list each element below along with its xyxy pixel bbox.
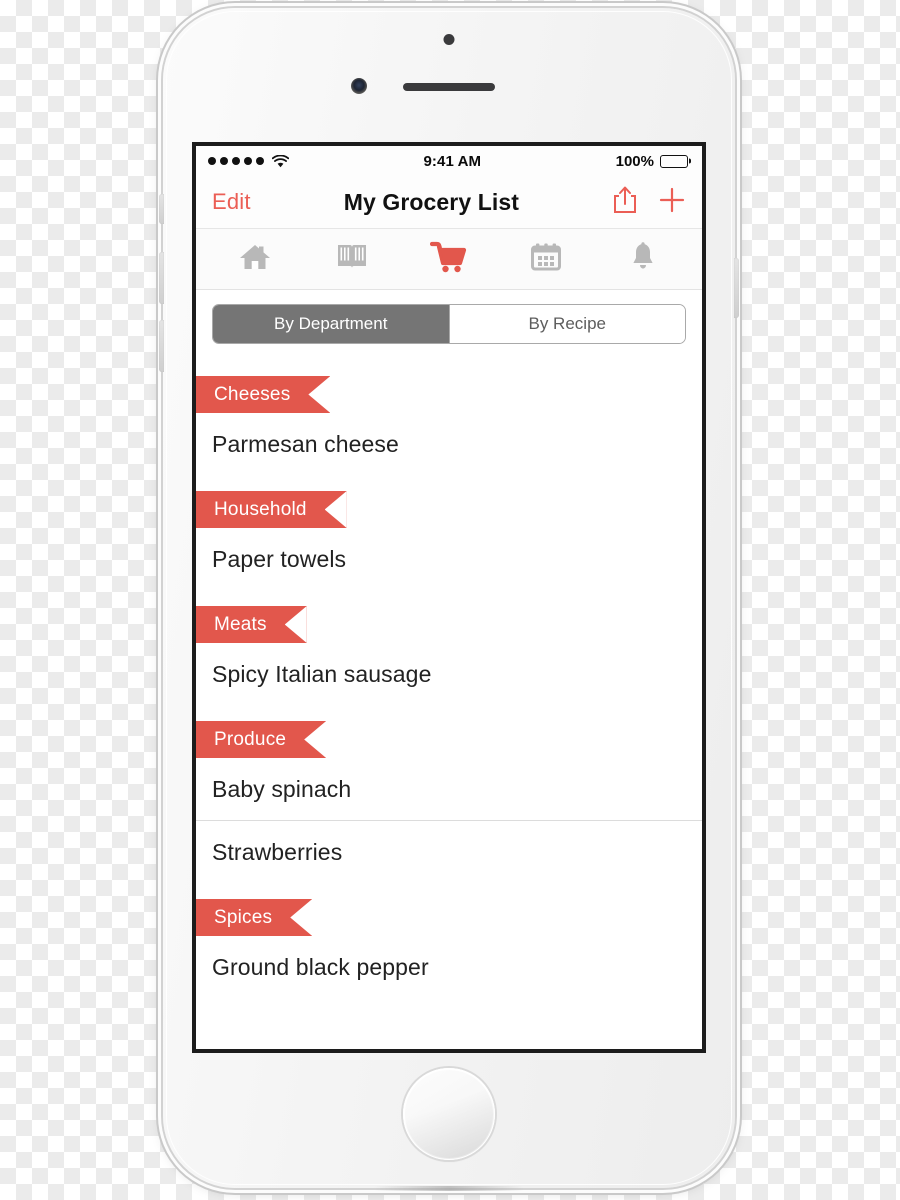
tab-reminders[interactable] — [595, 229, 692, 289]
bell-icon — [627, 241, 659, 278]
share-icon[interactable] — [612, 185, 638, 220]
section-title: Produce — [214, 728, 287, 750]
tab-meal-plan[interactable] — [498, 229, 595, 289]
list-item-label: Ground black pepper — [212, 953, 429, 980]
front-camera — [351, 78, 367, 94]
list-item-label: Spicy Italian sausage — [212, 660, 432, 687]
list-item[interactable]: Spicy Italian sausage — [196, 643, 702, 705]
earpiece-speaker — [403, 83, 495, 91]
navigation-bar: Edit My Grocery List — [196, 176, 702, 229]
page-title: My Grocery List — [343, 188, 520, 215]
segment-by-department[interactable]: By Department — [213, 305, 449, 343]
list-item-label: Paper towels — [212, 545, 347, 572]
tab-bar — [196, 229, 702, 290]
cart-icon — [429, 241, 468, 278]
status-time: 9:41 AM — [423, 152, 482, 170]
home-button[interactable] — [403, 1068, 495, 1160]
plus-icon[interactable] — [658, 186, 686, 219]
grocery-list: Cheeses Parmesan cheese Household Paper tow… — [196, 376, 702, 998]
list-item[interactable]: Strawberries — [196, 821, 702, 883]
list-item-label: Parmesan cheese — [212, 430, 399, 457]
section-ribbon: Produce — [196, 721, 327, 758]
list-item[interactable]: Baby spinach — [196, 758, 702, 821]
tab-recipes[interactable] — [303, 229, 400, 289]
section-ribbon: Spices — [196, 899, 313, 936]
tab-list[interactable] — [400, 229, 497, 289]
power-button[interactable] — [734, 258, 739, 318]
calendar-icon — [529, 241, 563, 278]
segmented-control: By Department By Recipe — [212, 304, 686, 344]
list-item-label: Baby spinach — [212, 775, 352, 802]
mute-switch[interactable] — [159, 194, 164, 224]
section-title: Spices — [214, 906, 273, 928]
home-icon — [238, 241, 272, 278]
section-header: Meats — [196, 606, 702, 643]
page-background: 9:41 AM 100% Edit My Grocery List By Dep… — [0, 0, 900, 1200]
volume-down-button[interactable] — [159, 320, 164, 372]
wifi-icon — [271, 154, 290, 168]
section-title: Meats — [214, 613, 267, 635]
section-ribbon: Cheeses — [196, 376, 331, 413]
segment-by-recipe[interactable]: By Recipe — [448, 305, 685, 343]
list-item-label: Strawberries — [212, 838, 343, 865]
section-header: Produce — [196, 721, 702, 758]
bottom-speaker — [374, 1186, 524, 1191]
section-ribbon: Household — [196, 491, 347, 528]
book-icon — [335, 241, 369, 278]
battery-icon — [660, 154, 688, 168]
battery-percentage: 100% — [615, 152, 654, 170]
list-item[interactable]: Parmesan cheese — [196, 413, 702, 475]
section-header: Cheeses — [196, 376, 702, 413]
edit-button[interactable]: Edit — [212, 189, 251, 215]
iphone-device: 9:41 AM 100% Edit My Grocery List By Dep… — [159, 8, 739, 1191]
tab-home[interactable] — [206, 229, 303, 289]
section-title: Cheeses — [214, 383, 291, 405]
section-title: Household — [214, 498, 307, 520]
nav-actions — [612, 185, 688, 220]
list-item[interactable]: Ground black pepper — [196, 936, 702, 998]
status-bar-right: 100% — [616, 153, 688, 170]
section-header: Spices — [196, 899, 702, 936]
segment-container: By Department By Recipe — [196, 290, 702, 360]
list-item[interactable]: Paper towels — [196, 528, 702, 590]
section-ribbon: Meats — [196, 606, 307, 643]
signal-strength-icon — [208, 157, 264, 165]
volume-up-button[interactable] — [159, 252, 164, 304]
status-bar: 9:41 AM 100% — [196, 146, 702, 176]
proximity-sensor — [443, 34, 455, 45]
phone-screen: 9:41 AM 100% Edit My Grocery List By Dep… — [192, 142, 706, 1053]
section-header: Household — [196, 491, 702, 528]
